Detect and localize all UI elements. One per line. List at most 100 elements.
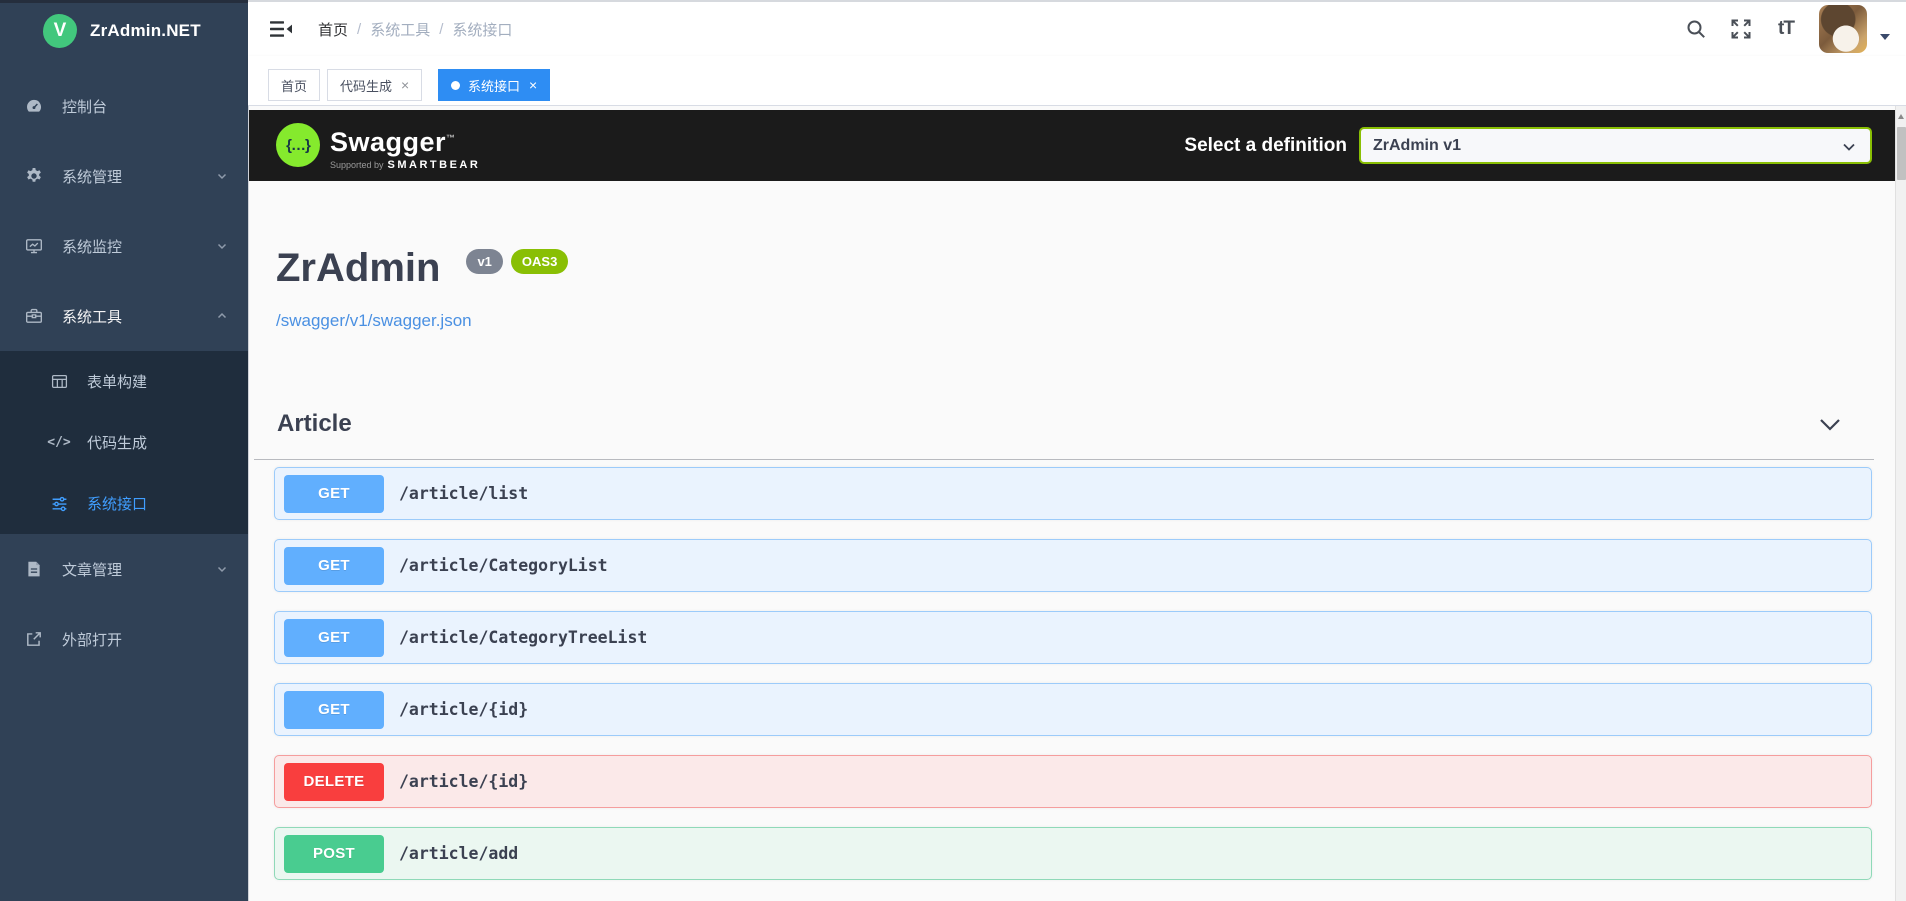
method-badge: POST [284, 834, 384, 873]
app-logo[interactable]: V ZrAdmin.NET [0, 3, 248, 59]
close-icon[interactable]: × [401, 78, 409, 92]
api-version-badge: v1 [466, 249, 503, 274]
method-badge: DELETE [284, 762, 384, 801]
endpoint-row[interactable]: GET /article/CategoryList [274, 539, 1872, 592]
sidebar-item-external-open[interactable]: 外部打开 [0, 604, 248, 674]
close-icon[interactable]: × [529, 78, 537, 92]
sidebar-item-code-generator[interactable]: </> 代码生成 [0, 412, 248, 473]
vertical-scrollbar[interactable] [1895, 106, 1906, 901]
sidebar-item-label: 系统工具 [62, 308, 123, 326]
app-root: V ZrAdmin.NET 控制台 系统管理 系统监控 系统工具 表单构建 </… [0, 0, 1906, 901]
endpoint-row[interactable]: GET /article/list [274, 467, 1872, 520]
tab-label: 系统接口 [468, 78, 521, 94]
chevron-up-icon [216, 310, 228, 322]
endpoint-row[interactable]: GET /article/CategoryTreeList [274, 611, 1872, 664]
endpoint-path: /article/CategoryList [399, 556, 608, 575]
spec-url-link[interactable]: /swagger/v1/swagger.json [276, 311, 568, 331]
breadcrumb-home[interactable]: 首页 [318, 19, 348, 40]
method-badge: GET [284, 546, 384, 585]
sidebar-item-label: 外部打开 [62, 631, 123, 649]
sidebar-item-system-monitor[interactable]: 系统监控 [0, 211, 248, 281]
swagger-logo[interactable]: {…} Swagger™ Supported by SMARTBEAR [276, 123, 480, 171]
toolbox-icon [24, 306, 44, 326]
endpoint-path: /article/{id} [399, 700, 529, 719]
main-area: 首页 / 系统工具 / 系统接口 tT 首页 代码生成 × 系统接口 × {…}… [248, 0, 1906, 901]
caret-down-icon[interactable] [1880, 34, 1890, 40]
font-size-icon[interactable]: tT [1774, 17, 1798, 41]
sidebar-item-label: 文章管理 [62, 561, 123, 579]
sidebar-submenu-system-tools: 表单构建 </> 代码生成 系统接口 [0, 351, 248, 534]
chevron-down-icon [216, 170, 228, 182]
document-icon [24, 559, 44, 579]
tab-label: 代码生成 [340, 78, 393, 94]
endpoint-row[interactable]: DELETE /article/{id} [274, 755, 1872, 808]
method-badge: GET [284, 474, 384, 513]
tags-view-bar: 首页 代码生成 × 系统接口 × [248, 56, 1906, 106]
avatar[interactable] [1819, 5, 1867, 53]
endpoint-path: /article/CategoryTreeList [399, 628, 648, 647]
fullscreen-icon[interactable] [1729, 17, 1753, 41]
app-logo-letter: V [53, 20, 67, 41]
dashboard-icon [24, 96, 44, 116]
swagger-logo-icon: {…} [276, 123, 320, 167]
definition-select-label: Select a definition [1184, 134, 1347, 156]
endpoint-row[interactable]: POST /article/add [274, 827, 1872, 880]
definition-select-group: Select a definition ZrAdmin v1 [1184, 110, 1872, 181]
app-logo-icon: V [43, 14, 77, 48]
sidebar-item-system-admin[interactable]: 系统管理 [0, 141, 248, 211]
chevron-down-icon [216, 563, 228, 575]
definition-select-value: ZrAdmin v1 [1373, 136, 1462, 154]
active-tab-dot [451, 80, 460, 90]
trademark-mark: ™ [446, 133, 456, 143]
app-title: ZrAdmin.NET [90, 21, 201, 40]
method-badge: GET [284, 618, 384, 657]
sliders-icon [50, 495, 68, 513]
api-section-title: Article [277, 410, 352, 437]
sidebar-item-label: 表单构建 [87, 374, 148, 391]
definition-select[interactable]: ZrAdmin v1 [1359, 127, 1872, 164]
top-navbar: 首页 / 系统工具 / 系统接口 tT [248, 2, 1906, 56]
api-section-header-article[interactable]: Article [249, 406, 1896, 459]
swagger-frame: {…} Swagger™ Supported by SMARTBEAR Selec… [248, 106, 1906, 901]
endpoint-path: /article/{id} [399, 772, 529, 791]
endpoint-path: /article/list [399, 484, 529, 503]
endpoint-path: /article/add [399, 844, 519, 863]
search-icon[interactable] [1684, 17, 1708, 41]
method-badge: GET [284, 690, 384, 729]
monitor-icon [24, 236, 44, 256]
swagger-topbar: {…} Swagger™ Supported by SMARTBEAR Selec… [249, 110, 1896, 181]
tab-code-generator[interactable]: 代码生成 × [327, 69, 423, 101]
tab-home[interactable]: 首页 [268, 69, 321, 101]
swagger-supported-by: Supported by SMARTBEAR [330, 159, 481, 171]
sidebar-item-system-tools[interactable]: 系统工具 [0, 281, 248, 351]
api-title: ZrAdmin [276, 246, 441, 290]
sidebar-item-label: 系统接口 [87, 496, 148, 513]
scrollbar-thumb[interactable] [1897, 127, 1906, 180]
chevron-down-icon [216, 240, 228, 252]
sidebar-collapse-icon[interactable] [270, 19, 292, 39]
tab-system-api[interactable]: 系统接口 × [438, 69, 551, 101]
breadcrumb: 首页 / 系统工具 / 系统接口 [318, 2, 512, 56]
oas3-badge: OAS3 [510, 249, 569, 274]
sidebar-item-system-api[interactable]: 系统接口 [0, 473, 248, 534]
endpoint-row[interactable]: GET /article/{id} [274, 683, 1872, 736]
section-divider [254, 459, 1874, 460]
endpoint-list: GET /article/list GET /article/CategoryL… [274, 467, 1872, 899]
tab-label: 首页 [281, 78, 308, 94]
sidebar-item-dashboard[interactable]: 控制台 [0, 71, 248, 141]
sidebar-item-label: 系统监控 [62, 238, 123, 256]
sidebar-item-label: 系统管理 [62, 168, 123, 186]
scroll-up-button[interactable] [1896, 110, 1906, 122]
external-link-icon [24, 629, 44, 649]
breadcrumb-separator: / [357, 20, 362, 38]
api-info-block: ZrAdmin v1 OAS3 /swagger/v1/swagger.json [276, 242, 569, 331]
code-icon: </> [47, 435, 71, 450]
sidebar: V ZrAdmin.NET 控制台 系统管理 系统监控 系统工具 表单构建 </… [0, 0, 248, 901]
smartbear-wordmark: SMARTBEAR [387, 159, 481, 171]
chevron-down-icon [1842, 142, 1856, 152]
sidebar-item-label: 代码生成 [87, 435, 148, 452]
breadcrumb-system-api: 系统接口 [452, 21, 513, 39]
sidebar-item-article-admin[interactable]: 文章管理 [0, 534, 248, 604]
sidebar-item-form-builder[interactable]: 表单构建 [0, 351, 248, 412]
chevron-down-icon[interactable] [1819, 418, 1841, 432]
